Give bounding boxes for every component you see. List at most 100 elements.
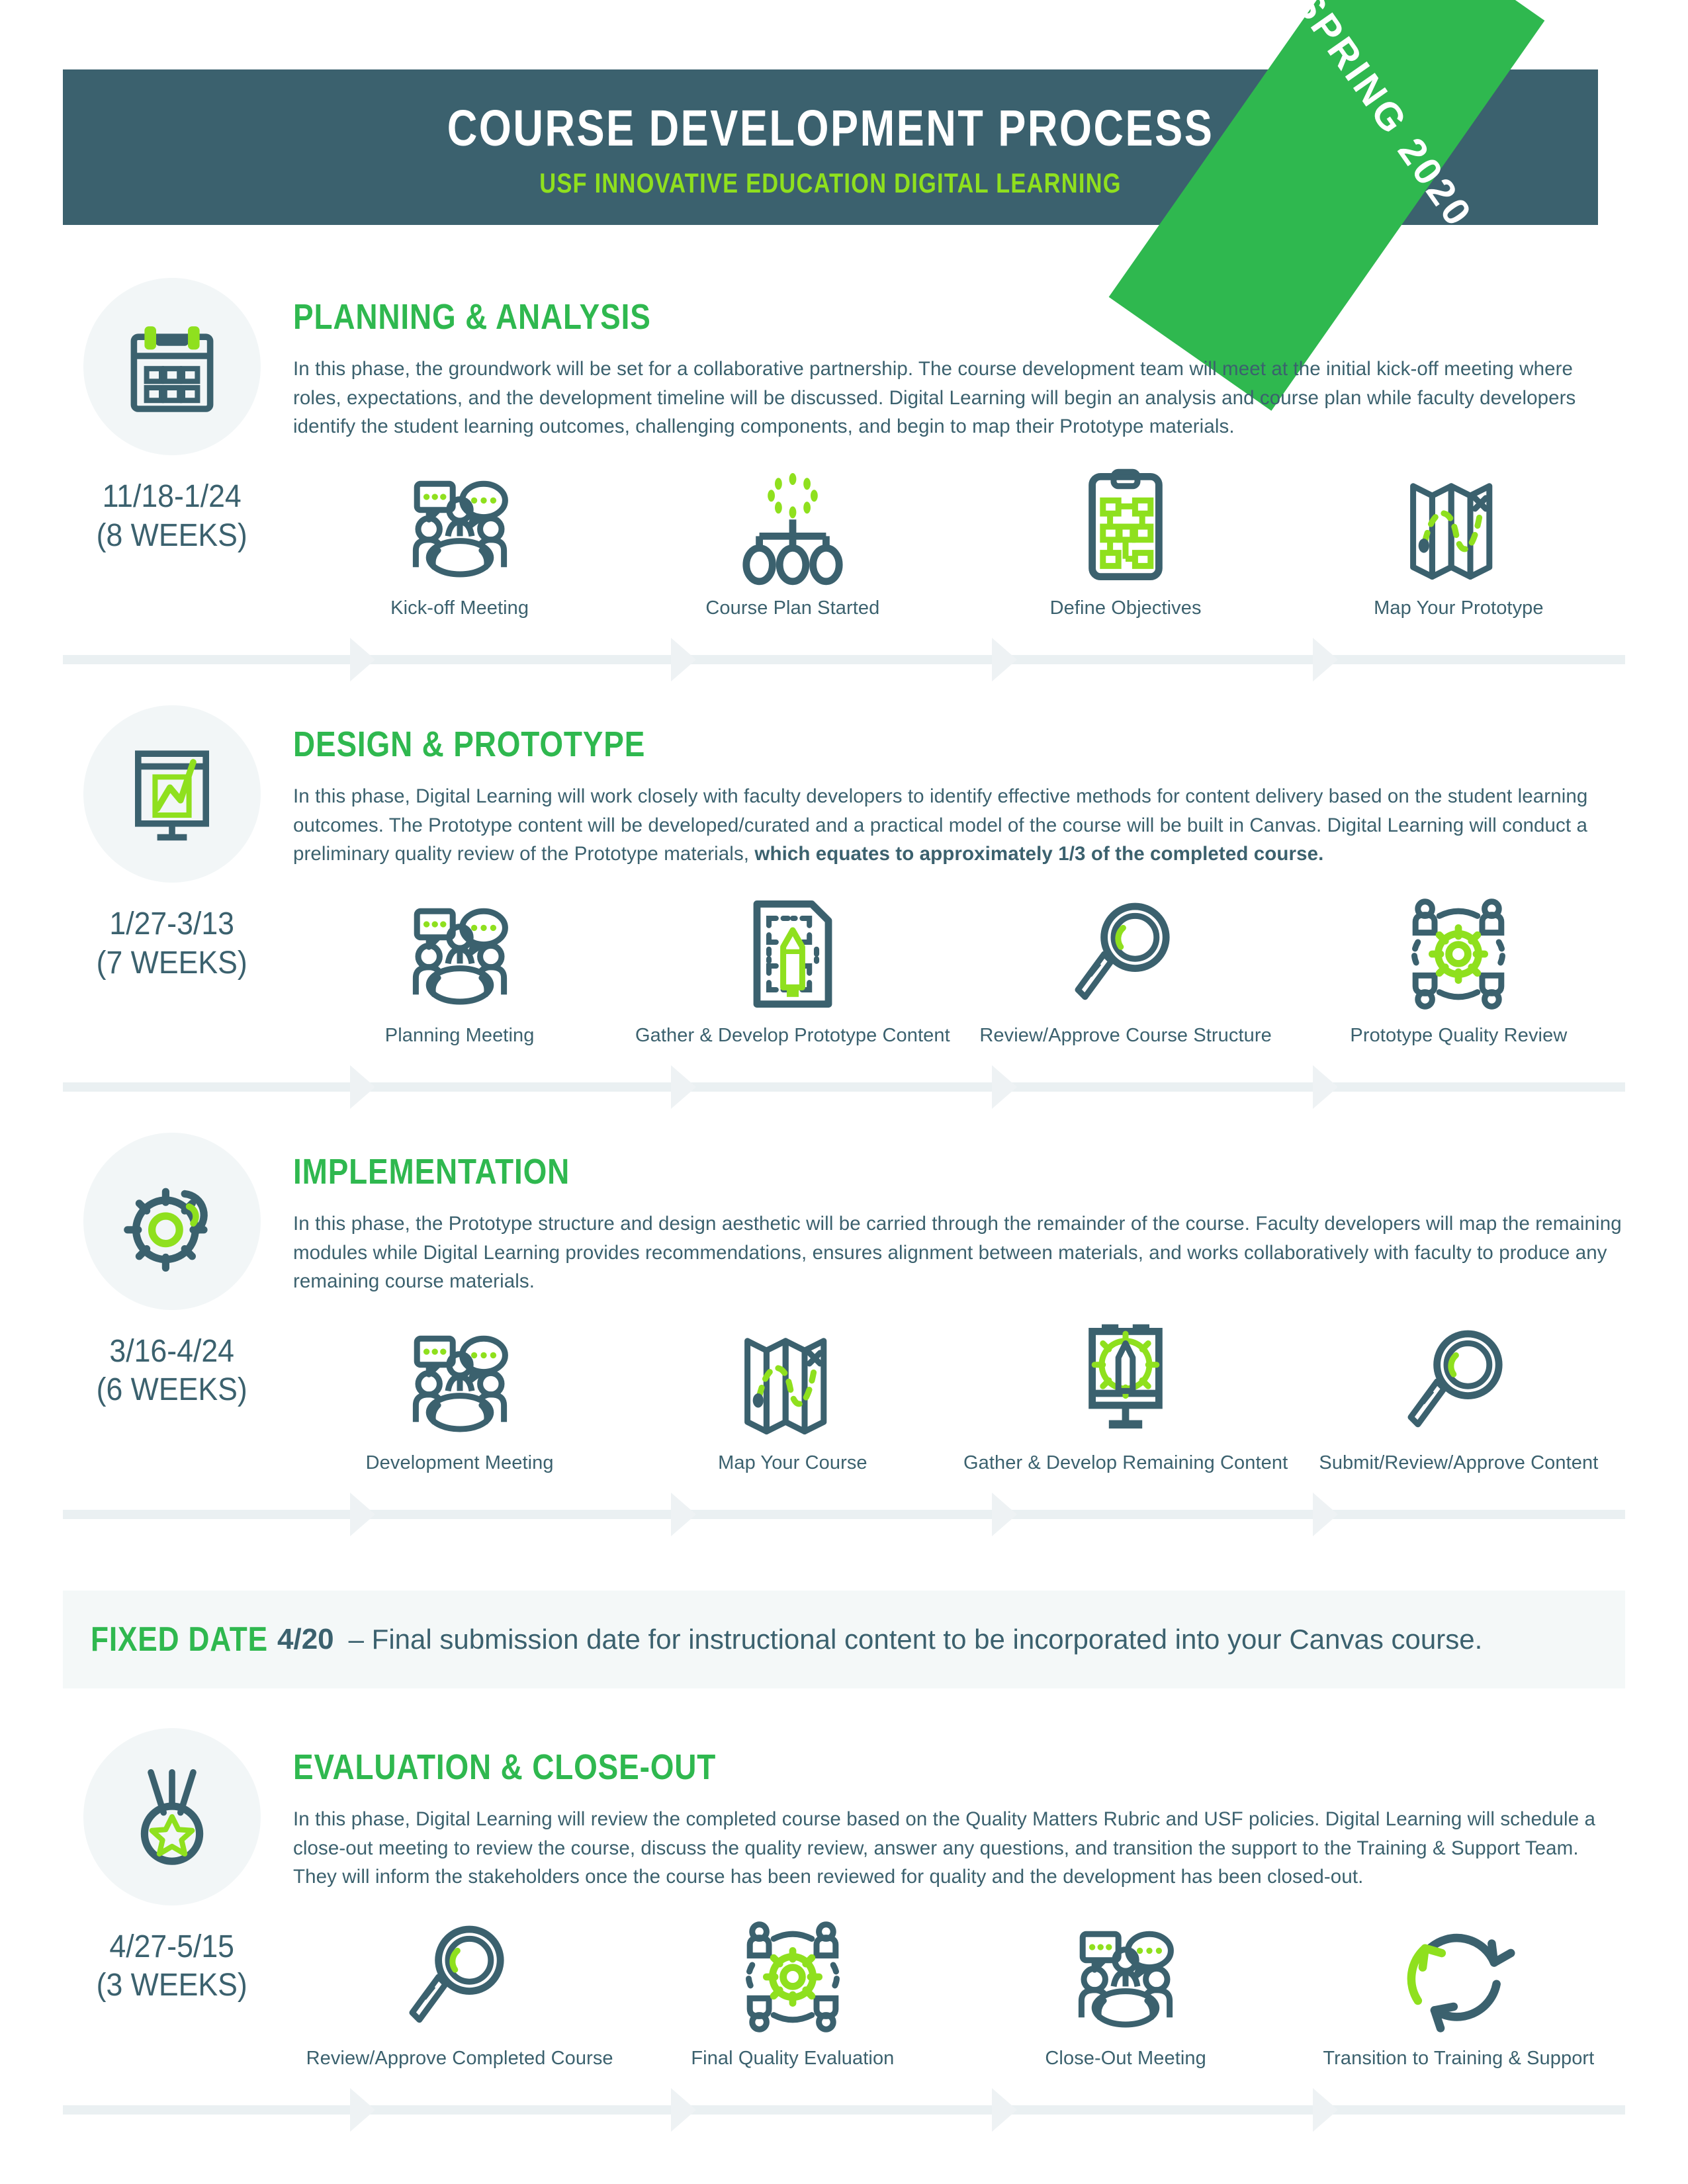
- progress-chevron: [668, 1492, 699, 1536]
- step-label: Define Objectives: [1049, 597, 1202, 619]
- phase-body-text: In this phase, the groundwork will be se…: [293, 358, 1576, 438]
- step-label: Final Quality Evaluation: [691, 2047, 895, 2069]
- step-label: Planning Meeting: [384, 1024, 535, 1046]
- phase-dates: 3/16-4/24 (6 WEEKS): [97, 1332, 247, 1410]
- process-step: Submit/Review/Approve Content: [1292, 1319, 1625, 1474]
- magnifier-icon: [1399, 1322, 1518, 1441]
- progress-chevron: [1310, 1492, 1341, 1536]
- process-step: Review/Approve Completed Course: [293, 1914, 626, 2070]
- step-icon-wrap: [1066, 1319, 1185, 1444]
- phase-badge: [83, 278, 261, 455]
- progress-track-line: [63, 654, 1625, 664]
- step-icon-wrap: [733, 1914, 852, 2040]
- step-label: Prototype Quality Review: [1350, 1024, 1568, 1046]
- clipboard-flowchart-icon: [1066, 467, 1185, 586]
- phase-summary: 11/18-1/24 (8 WEEKS): [63, 278, 281, 619]
- phase-date-range: 1/27-3/13: [109, 906, 235, 941]
- cycle-arrows-icon: [1399, 1917, 1518, 2036]
- phase-steps: Planning Meeting Gather & Develop Prototy…: [293, 891, 1625, 1047]
- progress-track: [63, 1063, 1625, 1109]
- step-icon-wrap: [400, 1914, 519, 2040]
- gears-icon: [119, 1168, 225, 1274]
- step-label: Map Your Prototype: [1374, 597, 1544, 619]
- phase-body-text: In this phase, the Prototype structure a…: [293, 1212, 1622, 1293]
- step-label: Gather & Develop Prototype Content: [635, 1024, 950, 1046]
- progress-chevron: [668, 637, 699, 681]
- progress-track-line: [63, 1082, 1625, 1092]
- step-label: Map Your Course: [718, 1452, 867, 1473]
- team-gear-icon: [1399, 895, 1518, 1014]
- process-step: Kick-off Meeting: [293, 464, 626, 619]
- phase-date-range: 4/27-5/15: [109, 1929, 235, 1964]
- fixed-date-value: 4/20: [277, 1622, 334, 1655]
- phase-date-range: 11/18-1/24: [102, 479, 242, 514]
- progress-chevron: [1310, 637, 1341, 681]
- step-icon-wrap: [1399, 464, 1518, 590]
- phase-summary: 1/27-3/13 (7 WEEKS): [63, 705, 281, 1047]
- fixed-date-banner: FIXED DATE 4/20 – Final submission date fo…: [63, 1590, 1625, 1688]
- step-label: Review/Approve Course Structure: [979, 1024, 1272, 1046]
- step-label: Kick-off Meeting: [390, 597, 529, 619]
- progress-chevron: [989, 637, 1020, 681]
- step-icon-wrap: [733, 464, 852, 590]
- phase-section: 3/16-4/24 (6 WEEKS) IMPLEMENTATION In this …: [0, 1132, 1688, 1474]
- progress-chevron: [347, 1065, 378, 1109]
- process-step: Course Plan Started: [626, 464, 959, 619]
- magnifier-icon: [1066, 895, 1185, 1014]
- progress-chevron: [1310, 1065, 1341, 1109]
- phase-description: In this phase, Digital Learning will wor…: [293, 782, 1625, 869]
- page-header: COURSE DEVELOPMENT PROCESS USF INNOVATIV…: [0, 0, 1688, 411]
- step-icon-wrap: [1066, 891, 1185, 1017]
- progress-chevron: [1310, 2087, 1341, 2132]
- monitor-design-icon: [119, 741, 225, 847]
- monitor-gear-pencil-icon: [1066, 1322, 1185, 1441]
- step-label: Development Meeting: [365, 1452, 554, 1473]
- progress-chevron: [989, 1492, 1020, 1536]
- meeting-icon: [400, 1322, 519, 1441]
- phase-dates: 1/27-3/13 (7 WEEKS): [97, 905, 247, 983]
- step-label: Gather & Develop Remaining Content: [963, 1452, 1288, 1473]
- progress-chevron: [668, 1065, 699, 1109]
- phase-title: IMPLEMENTATION: [293, 1151, 570, 1192]
- phase-description: In this phase, the Prototype structure a…: [293, 1209, 1625, 1296]
- step-icon-wrap: [1399, 1914, 1518, 2040]
- phase-title: EVALUATION & CLOSE-OUT: [293, 1747, 717, 1787]
- meeting-icon: [400, 467, 519, 586]
- phase-badge: [83, 1132, 261, 1310]
- document-pencil-icon: [733, 895, 852, 1014]
- phase-steps: Development Meeting Map Your Course Gather…: [293, 1319, 1625, 1474]
- process-step: Map Your Course: [626, 1319, 959, 1474]
- phase-badge: [83, 1727, 261, 1905]
- map-icon: [733, 1322, 852, 1441]
- phase-duration: (6 WEEKS): [96, 1372, 248, 1408]
- process-step: Close-Out Meeting: [959, 1914, 1292, 2070]
- phase-title: DESIGN & PROTOTYPE: [293, 724, 646, 764]
- step-icon-wrap: [1399, 1319, 1518, 1444]
- progress-track: [63, 1490, 1625, 1536]
- step-label: Close-Out Meeting: [1045, 2047, 1206, 2069]
- org-chart-icon: [733, 467, 852, 586]
- process-step: Map Your Prototype: [1292, 464, 1625, 619]
- phase-duration: (8 WEEKS): [96, 517, 248, 553]
- phase-section: 1/27-3/13 (7 WEEKS) DESIGN & PROTOTYPE In t…: [0, 705, 1688, 1047]
- step-icon-wrap: [733, 1319, 852, 1444]
- progress-track: [63, 2085, 1625, 2132]
- map-icon: [1399, 467, 1518, 586]
- process-step: Review/Approve Course Structure: [959, 891, 1292, 1047]
- phase-summary: 3/16-4/24 (6 WEEKS): [63, 1132, 281, 1474]
- phase-dates: 4/27-5/15 (3 WEEKS): [97, 1928, 247, 2005]
- phase-duration: (7 WEEKS): [96, 945, 248, 981]
- phase-steps: Review/Approve Completed Course Final Qua…: [293, 1914, 1625, 2070]
- step-label: Transition to Training & Support: [1323, 2047, 1595, 2069]
- phase-dates: 11/18-1/24 (8 WEEKS): [97, 478, 247, 555]
- process-step: Gather & Develop Prototype Content: [626, 891, 959, 1047]
- fixed-date-description: – Final submission date for instructiona…: [348, 1623, 1483, 1655]
- progress-chevron: [347, 2087, 378, 2132]
- phase-section: 11/18-1/24 (8 WEEKS) PLANNING & ANALYSIS In…: [0, 278, 1688, 619]
- progress-track: [63, 635, 1625, 681]
- progress-chevron: [347, 1492, 378, 1536]
- phase-badge: [83, 705, 261, 883]
- step-label: Review/Approve Completed Course: [306, 2047, 613, 2069]
- step-icon-wrap: [1399, 891, 1518, 1017]
- phase-duration: (3 WEEKS): [96, 1968, 248, 2003]
